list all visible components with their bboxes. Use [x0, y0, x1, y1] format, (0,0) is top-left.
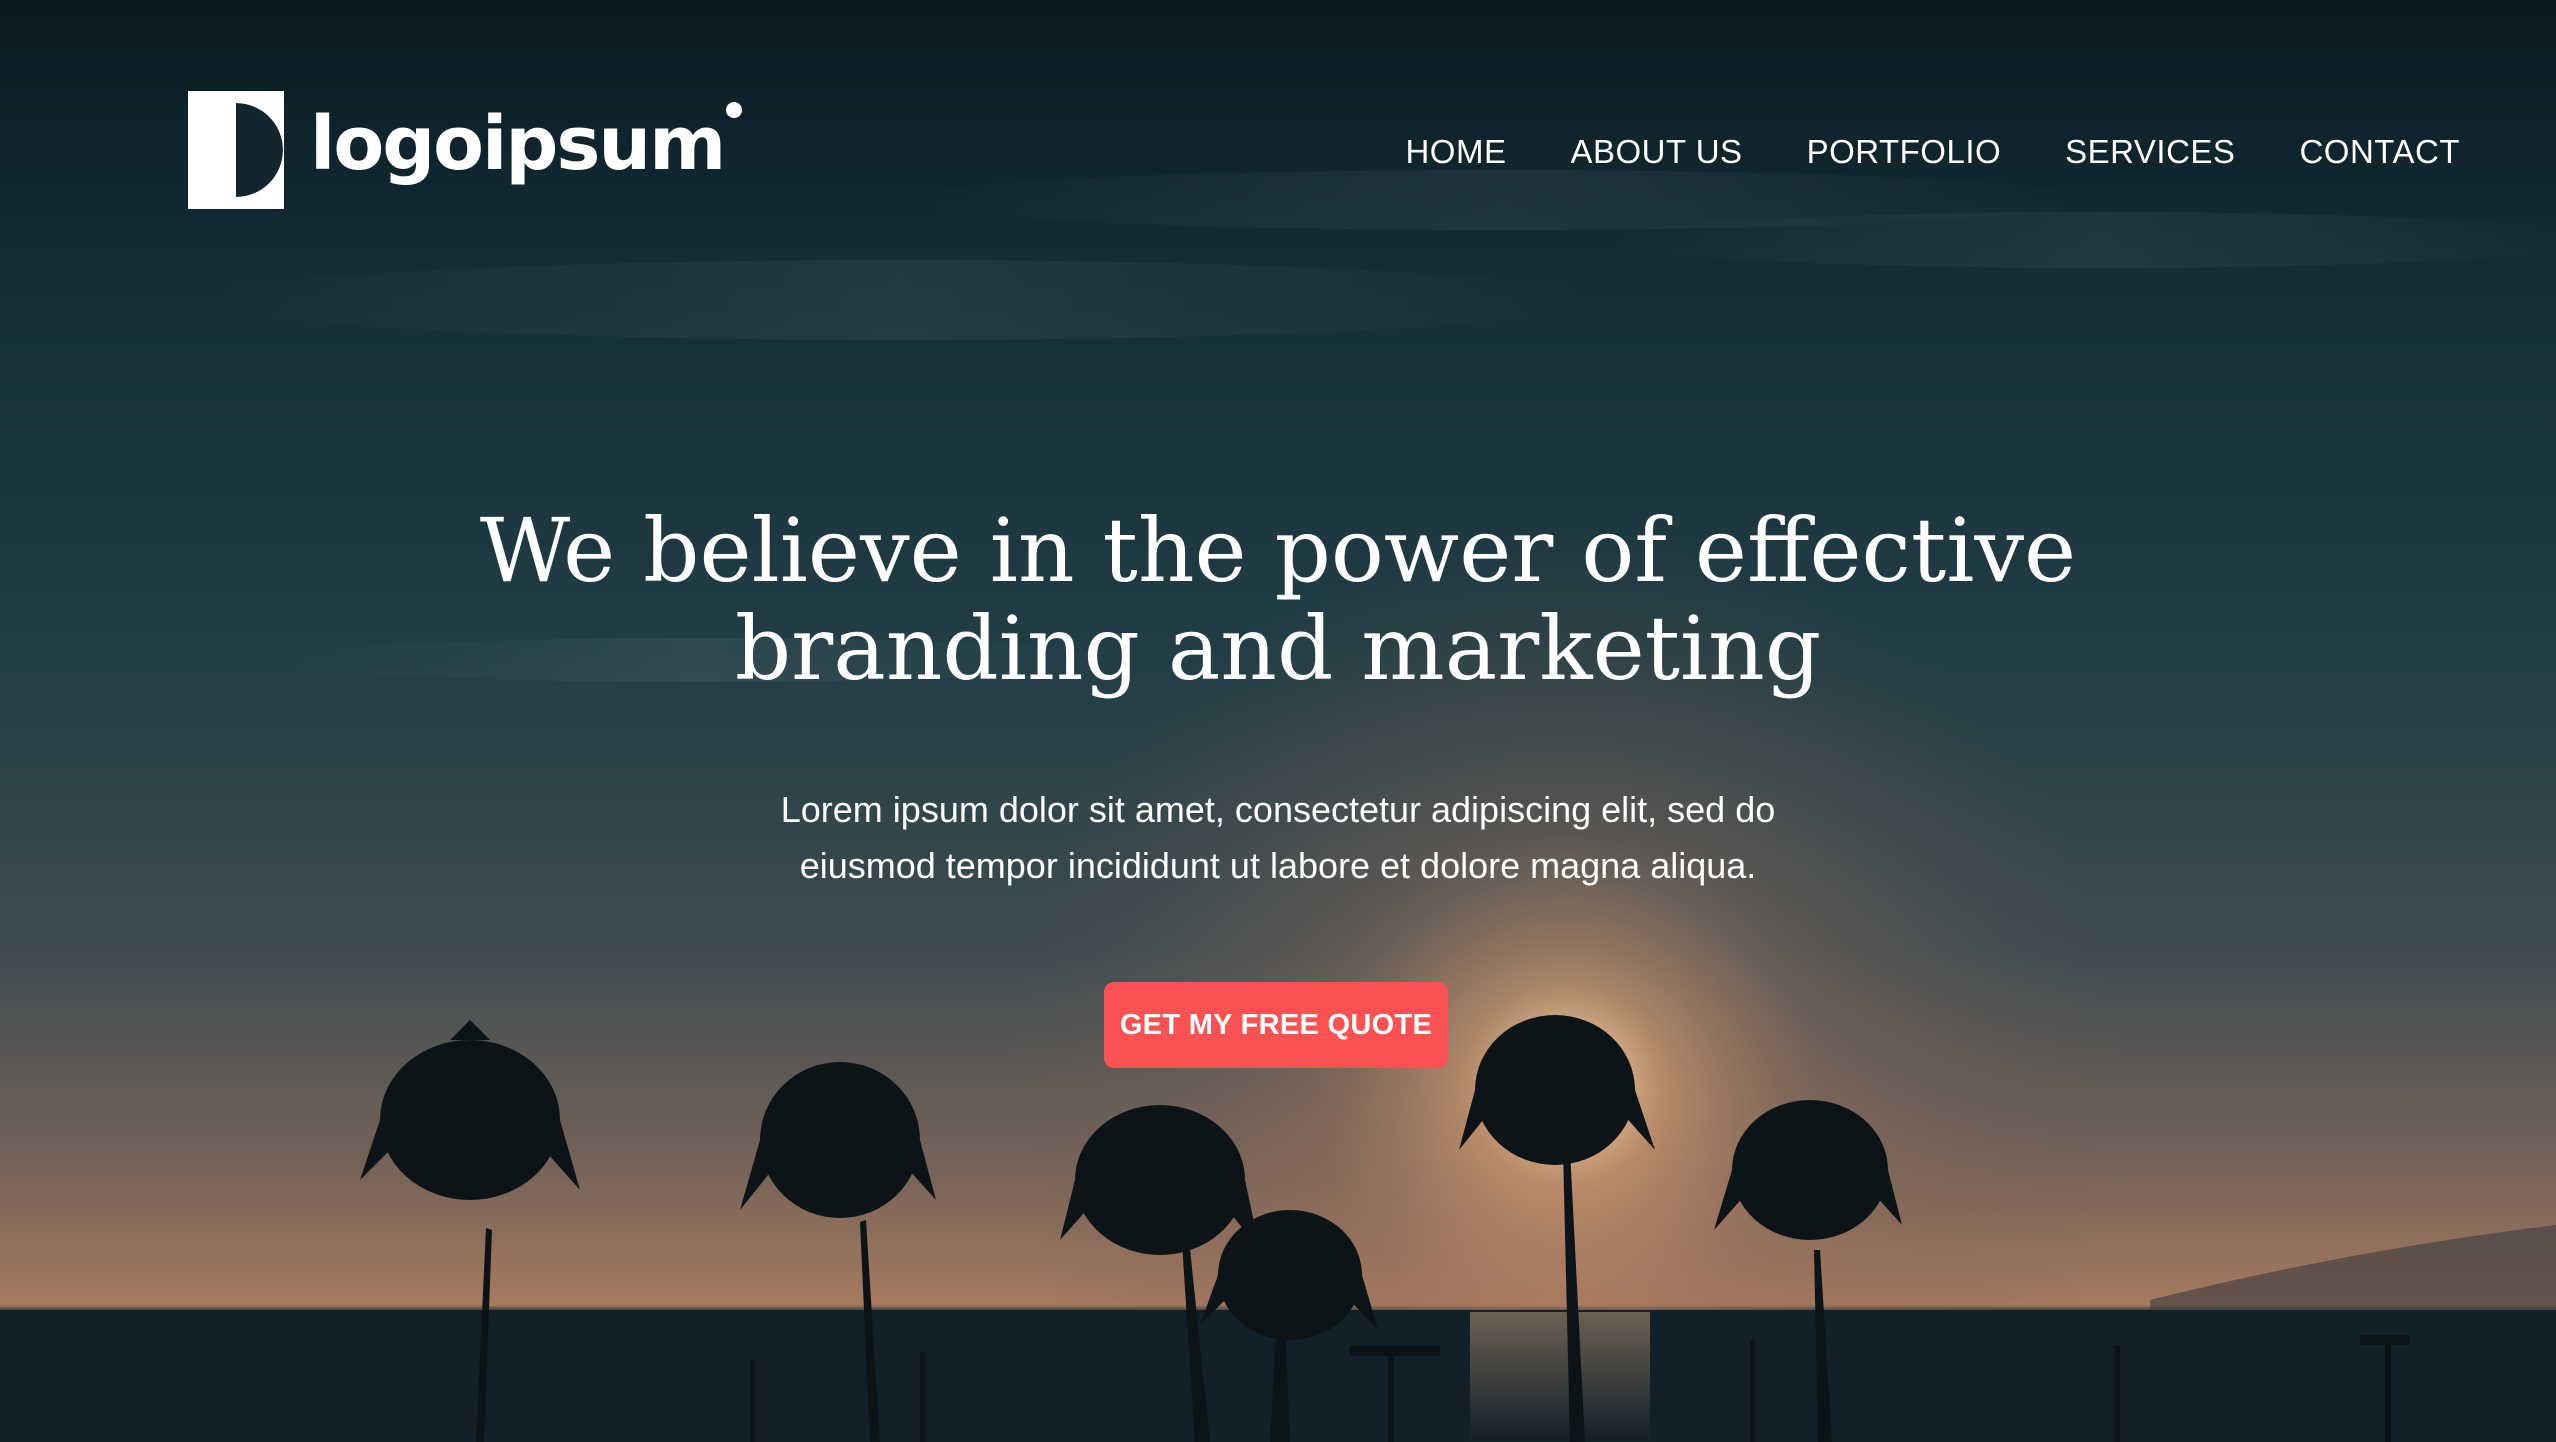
main-nav: HOME ABOUT US PORTFOLIO SERVICES CONTACT — [1405, 128, 2460, 176]
brand-logo[interactable]: logoipsum — [188, 90, 743, 210]
nav-item-services[interactable]: SERVICES — [2065, 128, 2235, 176]
brand-dot-icon — [726, 102, 743, 118]
hero-headline: We believe in the power of effective bra… — [0, 502, 2556, 698]
hero-section: logoipsum HOME ABOUT US PORTFOLIO SERVIC… — [0, 0, 2556, 1442]
hero-headline-line2: branding and marketing — [734, 597, 1822, 700]
nav-item-portfolio[interactable]: PORTFOLIO — [1807, 128, 2002, 176]
nav-item-home[interactable]: HOME — [1405, 128, 1506, 176]
brand-name: logoipsum — [310, 101, 726, 187]
hero-subtext: Lorem ipsum dolor sit amet, consectetur … — [0, 782, 2556, 894]
nav-item-contact[interactable]: CONTACT — [2299, 128, 2460, 176]
get-quote-button[interactable]: GET MY FREE QUOTE — [1104, 982, 1448, 1068]
logo-mark-icon — [188, 91, 284, 209]
hero-background-image — [0, 0, 2556, 1442]
hero-subtext-line2: eiusmod tempor incididunt ut labore et d… — [799, 845, 1757, 886]
hero-subtext-line1: Lorem ipsum dolor sit amet, consectetur … — [780, 789, 1776, 830]
nav-item-about-us[interactable]: ABOUT US — [1570, 128, 1742, 176]
hero-headline-line1: We believe in the power of effective — [479, 499, 2077, 602]
